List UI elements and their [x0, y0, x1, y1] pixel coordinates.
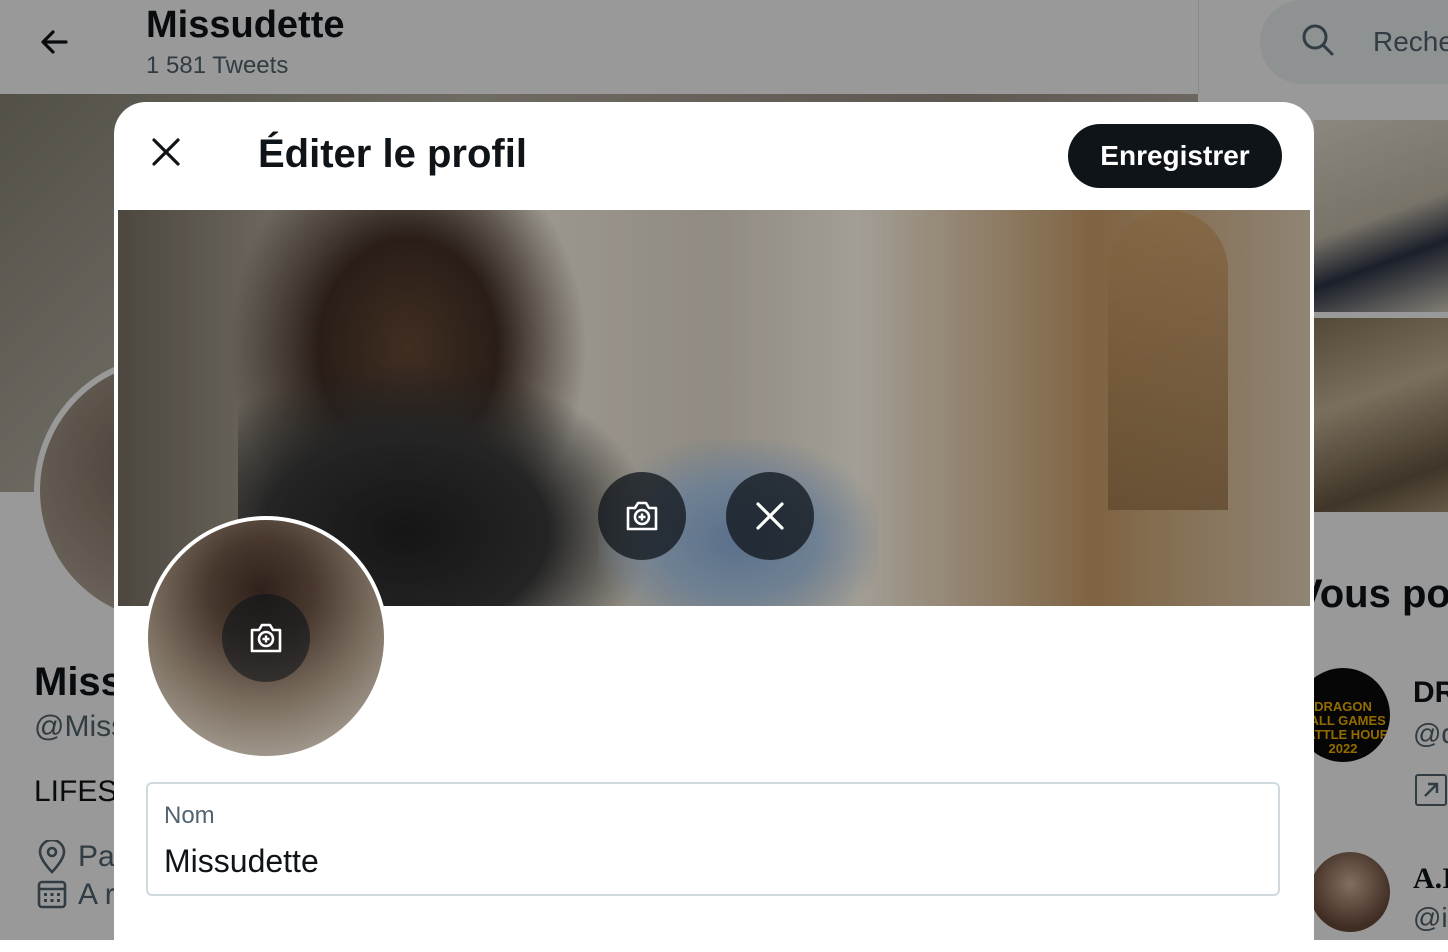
- profile-avatar-image: [144, 516, 388, 760]
- banner-remove-photo-button[interactable]: [726, 472, 814, 560]
- close-icon: [756, 502, 784, 530]
- name-input[interactable]: [164, 840, 1254, 882]
- name-field[interactable]: Nom: [146, 782, 1280, 896]
- dialog-title: Éditer le profil: [258, 132, 527, 176]
- camera-add-icon: [250, 623, 282, 653]
- camera-add-icon: [626, 501, 658, 531]
- name-field-label: Nom: [164, 802, 215, 829]
- avatar-add-photo-button[interactable]: [222, 594, 310, 682]
- close-icon: [152, 138, 180, 166]
- edit-profile-dialog: Éditer le profil Enregistrer Nom Missude…: [114, 102, 1314, 952]
- save-button[interactable]: Enregistrer: [1068, 124, 1282, 188]
- close-button[interactable]: [140, 126, 192, 178]
- banner-add-photo-button[interactable]: [598, 472, 686, 560]
